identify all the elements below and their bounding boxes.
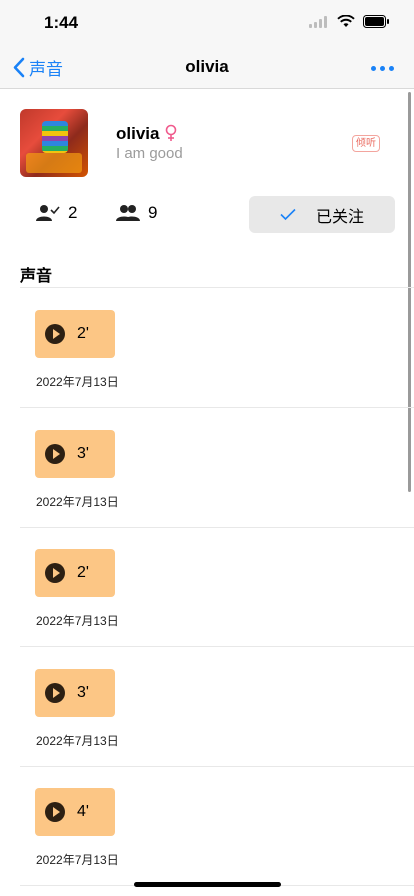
signal-icon (309, 15, 327, 28)
voice-item: 2' 2022年7月13日 (0, 288, 414, 408)
voice-date: 2022年7月13日 (36, 375, 119, 389)
status-bar: 1:44 (0, 0, 414, 46)
voice-duration: 2' (77, 325, 89, 342)
voice-play-button[interactable]: 3' (35, 430, 115, 478)
home-indicator[interactable] (134, 882, 281, 887)
voice-play-button[interactable]: 2' (35, 549, 115, 597)
voice-date: 2022年7月13日 (36, 495, 119, 509)
voice-duration: 3' (77, 445, 89, 462)
profile-name: olivia (116, 124, 160, 143)
listen-badge: 倾听 (352, 135, 380, 152)
play-icon (45, 563, 65, 583)
female-icon (165, 124, 177, 141)
users-icon (116, 205, 140, 221)
voice-date: 2022年7月13日 (36, 614, 119, 628)
voice-duration: 3' (77, 684, 89, 701)
status-icons (309, 15, 390, 28)
voice-item: 2' 2022年7月13日 (0, 527, 414, 647)
page-title: olivia (185, 57, 229, 76)
play-icon (45, 444, 65, 464)
following-stat[interactable]: 2 (36, 203, 77, 223)
follow-button-label: 已关注 (315, 208, 364, 226)
battery-icon (363, 15, 389, 28)
voice-play-button[interactable]: 4' (35, 788, 115, 836)
voice-date: 2022年7月13日 (36, 853, 119, 867)
voice-item: 3' 2022年7月13日 (0, 647, 414, 767)
wifi-icon (337, 15, 355, 27)
play-icon (45, 802, 65, 822)
profile-status: I am good (116, 145, 183, 162)
avatar[interactable] (20, 109, 88, 177)
followers-stat[interactable]: 9 (116, 203, 157, 223)
more-icon[interactable] (371, 66, 394, 71)
voice-item: 4' 2022年7月13日 (0, 766, 414, 886)
voice-play-button[interactable]: 2' (35, 310, 115, 358)
checkmark-icon (280, 208, 296, 221)
following-count: 2 (68, 203, 78, 222)
play-icon (45, 683, 65, 703)
voice-date: 2022年7月13日 (36, 734, 119, 748)
follow-button[interactable]: 已关注 (249, 196, 395, 233)
voice-duration: 2' (77, 564, 89, 581)
followers-count: 9 (148, 203, 158, 222)
voice-duration: 4' (77, 803, 89, 820)
voice-item: 3' 2022年7月13日 (0, 408, 414, 528)
status-time: 1:44 (44, 13, 79, 32)
user-check-icon (36, 205, 60, 221)
play-icon (45, 324, 65, 344)
section-title: 声音 (20, 268, 53, 285)
voice-play-button[interactable]: 3' (35, 669, 115, 717)
nav-bar: 声音 olivia (0, 46, 414, 89)
